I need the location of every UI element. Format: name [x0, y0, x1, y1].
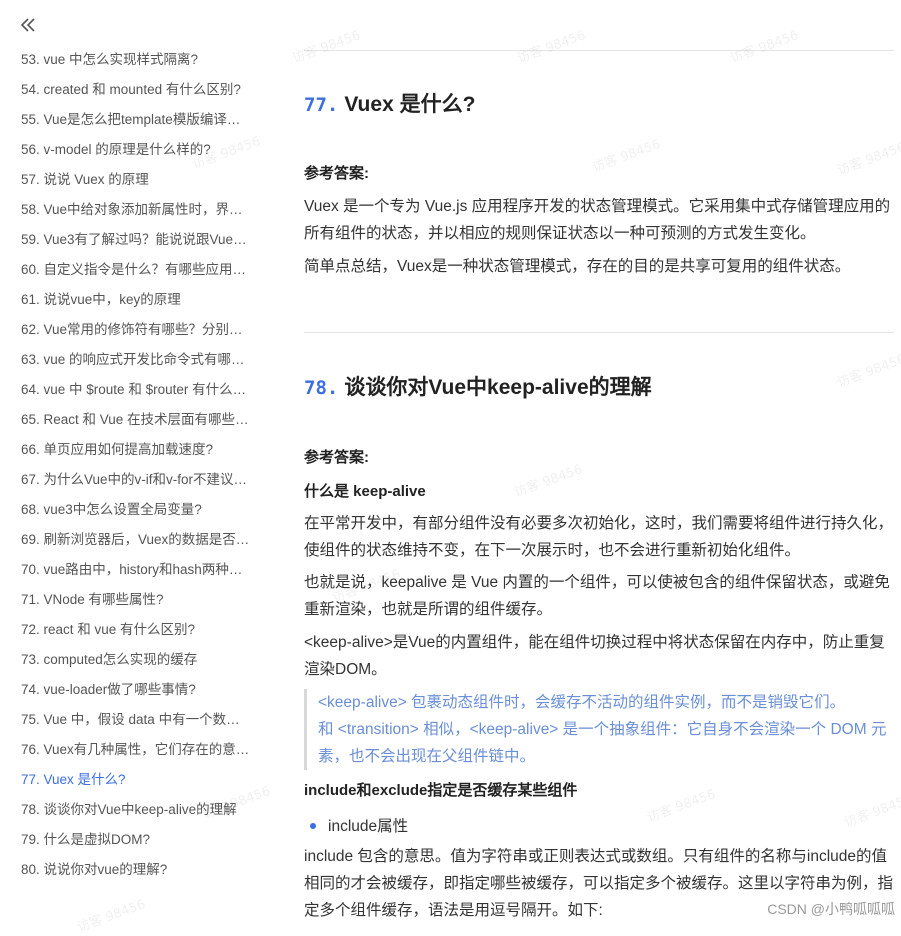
toc-sidebar: 53. vue 中怎么实现样式隔离? 54. created 和 mounted …: [0, 0, 262, 923]
toc-list: 53. vue 中怎么实现样式隔离? 54. created 和 mounted …: [21, 45, 253, 885]
section-divider: [304, 50, 894, 51]
collapse-sidebar-button[interactable]: [18, 14, 38, 36]
article-content: 77. Vuex 是什么? 参考答案: Vuex 是一个专为 Vue.js 应用程…: [304, 0, 894, 923]
bullet-dot-icon: [310, 822, 316, 829]
toc-item[interactable]: 55. Vue是怎么把template模版编译成render函数的?: [21, 105, 253, 135]
toc-item[interactable]: 75. Vue 中，假设 data 中有一个数组对象，修改数组元素时: [21, 705, 253, 735]
toc-item[interactable]: 79. 什么是虚拟DOM?: [21, 825, 253, 855]
toc-item[interactable]: 70. vue路由中，history和hash两种模式有什么区别?: [21, 555, 253, 585]
question-number: 77.: [304, 94, 339, 116]
subheading: include和exclude指定是否缓存某些组件: [304, 782, 578, 799]
paragraph: <keep-alive>是Vue的内置组件，能在组件切换过程中将状态保留在内存中…: [304, 634, 885, 678]
quote-line: 和 <transition> 相似，<keep-alive> 是一个抽象组件：它…: [318, 721, 887, 765]
toc-item[interactable]: 54. created 和 mounted 有什么区别?: [21, 75, 253, 105]
question-number: 78.: [304, 377, 339, 399]
toc-item[interactable]: 68. vue3中怎么设置全局变量?: [21, 495, 253, 525]
toc-item[interactable]: 77. Vuex 是什么?: [21, 765, 253, 795]
toc-item[interactable]: 57. 说说 Vuex 的原理: [21, 165, 253, 195]
toc-item[interactable]: 66. 单页应用如何提高加载速度?: [21, 435, 253, 465]
answer-label: 参考答案:: [304, 165, 369, 182]
toc-item[interactable]: 65. React 和 Vue 在技术层面有哪些区别?: [21, 405, 253, 435]
toc-item[interactable]: 59. Vue3有了解过吗？能说说跟Vue2的区别吗?: [21, 225, 253, 255]
csdn-footer-credit: CSDN @小鸭呱呱呱: [767, 901, 895, 917]
toc-item[interactable]: 76. Vuex有几种属性，它们存在的意义分别是什么?: [21, 735, 253, 765]
question-title-text: Vuex 是什么?: [344, 93, 476, 116]
toc-item[interactable]: 72. react 和 vue 有什么区别?: [21, 615, 253, 645]
toc-item[interactable]: 74. vue-loader做了哪些事情?: [21, 675, 253, 705]
bullet-item: include属性: [310, 814, 408, 836]
blockquote: <keep-alive> 包裹动态组件时，会缓存不活动的组件实例，而不是销毁它们…: [304, 689, 898, 770]
paragraph: Vuex 是一个专为 Vue.js 应用程序开发的状态管理模式。它采用集中式存储…: [304, 198, 891, 242]
paragraph: 在平常开发中，有部分组件没有必要多次初始化，这时，我们需要将组件进行持久化，使组…: [304, 515, 894, 559]
toc-item[interactable]: 53. vue 中怎么实现样式隔离?: [21, 45, 253, 75]
question-title-text: 谈谈你对Vue中keep-alive的理解: [344, 376, 652, 399]
toc-item[interactable]: 64. vue 中 $route 和 $router 有什么区别?: [21, 375, 253, 405]
bullet-text: include属性: [328, 818, 409, 835]
subheading: 什么是 keep-alive: [304, 483, 426, 500]
toc-item[interactable]: 61. 说说vue中，key的原理: [21, 285, 253, 315]
question-78-title: 78. 谈谈你对Vue中keep-alive的理解: [304, 371, 652, 401]
paragraph: 也就是说，keepalive 是 Vue 内置的一个组件，可以使被包含的组件保留…: [304, 574, 890, 618]
toc-item[interactable]: 58. Vue中给对象添加新属性时，界面不刷新怎么办?: [21, 195, 253, 225]
quote-line: <keep-alive> 包裹动态组件时，会缓存不活动的组件实例，而不是销毁它们…: [318, 694, 846, 711]
double-chevron-left-icon: [20, 18, 35, 32]
toc-item[interactable]: 78. 谈谈你对Vue中keep-alive的理解: [21, 795, 253, 825]
question-77-title: 77. Vuex 是什么?: [304, 88, 475, 118]
toc-item[interactable]: 80. 说说你对vue的理解?: [21, 855, 253, 885]
toc-item[interactable]: 60. 自定义指令是什么？有哪些应用场景?: [21, 255, 253, 285]
toc-item[interactable]: 71. VNode 有哪些属性?: [21, 585, 253, 615]
answer-label: 参考答案:: [304, 449, 369, 466]
toc-item[interactable]: 69. 刷新浏览器后，Vuex的数据是否存在？如何解决?: [21, 525, 253, 555]
toc-item[interactable]: 67. 为什么Vue中的v-if和v-for不建议一起用?: [21, 465, 253, 495]
paragraph: 简单点总结，Vuex是一种状态管理模式，存在的目的是共享可复用的组件状态。: [304, 258, 851, 275]
toc-item[interactable]: 73. computed怎么实现的缓存: [21, 645, 253, 675]
section-divider: [304, 332, 894, 333]
toc-item[interactable]: 62. Vue常用的修饰符有哪些？分别有什么应用场景?: [21, 315, 253, 345]
toc-item[interactable]: 63. vue 的响应式开发比命令式有哪些优势?: [21, 345, 253, 375]
toc-item[interactable]: 56. v-model 的原理是什么样的?: [21, 135, 253, 165]
